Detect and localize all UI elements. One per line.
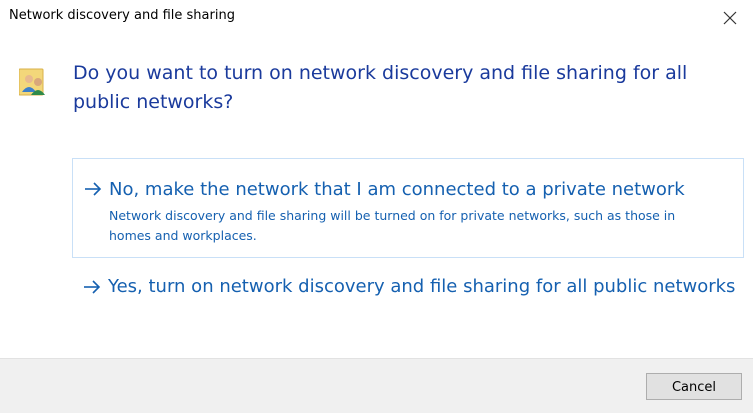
title-bar: Network discovery and file sharing <box>0 0 753 36</box>
dialog-footer: Cancel <box>0 358 753 413</box>
option-all-public-networks-title: Yes, turn on network discovery and file … <box>108 276 736 297</box>
arrow-right-icon <box>85 182 102 196</box>
arrow-right-icon <box>84 280 101 294</box>
cancel-button[interactable]: Cancel <box>646 373 742 400</box>
dialog-question: Do you want to turn on network discovery… <box>73 62 688 113</box>
close-button[interactable] <box>707 0 753 36</box>
option-private-network-title: No, make the network that I am connected… <box>109 179 685 200</box>
window-title: Network discovery and file sharing <box>9 8 235 23</box>
close-icon <box>723 11 737 25</box>
option-private-network[interactable]: No, make the network that I am connected… <box>72 158 744 258</box>
network-users-icon <box>18 67 49 97</box>
option-private-network-description: Network discovery and file sharing will … <box>109 208 676 243</box>
option-all-public-networks[interactable]: Yes, turn on network discovery and file … <box>72 268 744 338</box>
